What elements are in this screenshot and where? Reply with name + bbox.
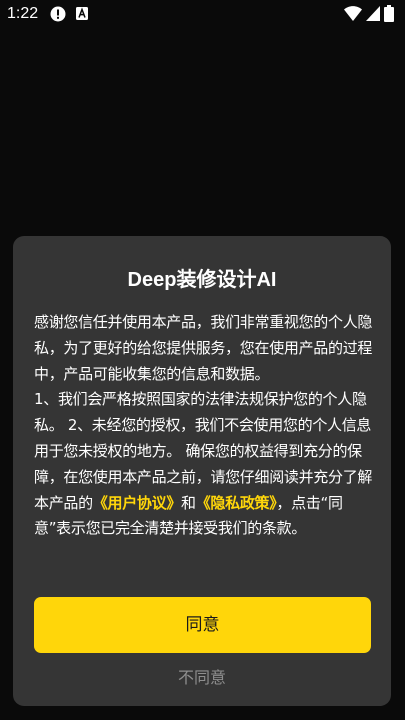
signal-icon bbox=[366, 6, 380, 21]
wifi-icon bbox=[344, 6, 362, 21]
text-a-icon bbox=[76, 7, 88, 20]
status-time: 1:22 bbox=[7, 5, 39, 22]
dialog-body: 感谢您信任并使用本产品，我们非常重视您的个人隐私，为了更好的给您提供服务，您在使… bbox=[34, 310, 374, 542]
privacy-dialog: Deep装修设计AI 感谢您信任并使用本产品，我们非常重视您的个人隐私，为了更好… bbox=[13, 236, 391, 706]
disagree-button[interactable]: 不同意 bbox=[13, 664, 391, 692]
user-agreement-link[interactable]: 《用户协议》 bbox=[93, 494, 182, 512]
body-paragraph-1: 感谢您信任并使用本产品，我们非常重视您的个人隐私，为了更好的给您提供服务，您在使… bbox=[34, 313, 373, 383]
battery-icon bbox=[384, 5, 394, 22]
status-bar: 1:22 bbox=[0, 0, 405, 28]
screen: 1:22 Deep装修设计AI 感谢您信任并使用本产品，我们非常重视您的个人隐私… bbox=[0, 0, 405, 720]
conjunction-text: 和 bbox=[181, 493, 196, 512]
dialog-title: Deep装修设计AI bbox=[127, 269, 277, 291]
agree-button[interactable]: 同意 bbox=[34, 597, 371, 653]
privacy-policy-link[interactable]: 《隐私政策》 bbox=[196, 494, 277, 512]
alert-icon bbox=[50, 6, 66, 22]
